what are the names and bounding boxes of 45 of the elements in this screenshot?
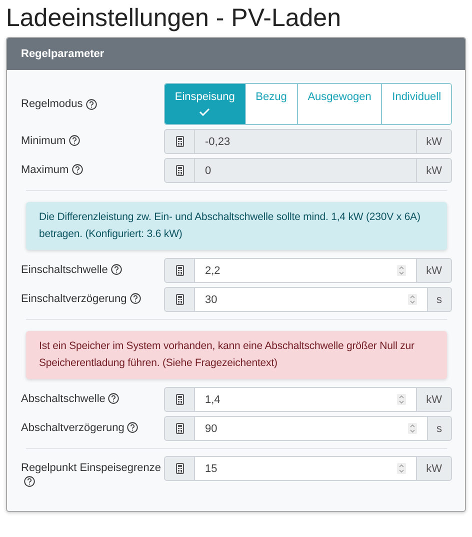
calculator-icon	[176, 463, 184, 474]
calculator-icon	[176, 136, 184, 147]
spinner-icon[interactable]	[397, 463, 406, 474]
number-field[interactable]: 2,2	[195, 258, 418, 283]
unit-label: kW	[426, 394, 442, 406]
help-icon[interactable]	[110, 264, 122, 275]
spinner-icon[interactable]	[408, 294, 416, 305]
field-label: Abschaltschwelle	[21, 393, 106, 405]
help-icon[interactable]	[127, 422, 138, 433]
help-icon[interactable]	[72, 164, 83, 175]
unit-label: kW	[426, 264, 442, 276]
card-header: Regelparameter	[7, 38, 465, 70]
calculator-icon	[176, 165, 184, 176]
unit-label: kW	[426, 136, 442, 148]
help-icon[interactable]	[68, 135, 80, 146]
page-title: Ladeeinstellungen - PV-Laden	[5, 3, 342, 34]
help-icon[interactable]	[108, 393, 120, 404]
field-label: Maximum	[21, 164, 69, 176]
unit-label: s	[436, 294, 442, 306]
field-label: Regelmodus	[21, 98, 83, 110]
help-icon[interactable]	[86, 98, 97, 110]
number-field[interactable]: 90	[195, 416, 428, 441]
field-label: Einschaltverzögerung	[21, 293, 127, 305]
alert-message: Ist ein Speicher im System vorhanden, kann eine Abschaltschwelle größer Null zur Speicherentladung führen. (Siehe Fragezeichentext)	[26, 331, 447, 379]
unit-label: s	[436, 422, 442, 434]
number-field[interactable]: 1,4	[195, 387, 418, 412]
help-icon[interactable]	[24, 476, 35, 487]
field-label: Regelpunkt Einspeisegrenze	[21, 462, 162, 474]
calculator-icon	[176, 394, 184, 405]
calculator-icon	[176, 294, 184, 305]
field-label: Minimum	[21, 135, 66, 147]
number-field[interactable]: 30	[195, 287, 428, 312]
spinner-icon[interactable]	[408, 423, 416, 434]
calculator-icon	[176, 265, 184, 276]
check-icon	[199, 108, 210, 116]
unit-label: kW	[426, 462, 442, 474]
calculator-icon	[176, 423, 184, 434]
field-label: Abschaltverzögerung	[21, 422, 124, 434]
number-field[interactable]: 15	[195, 456, 418, 481]
alert-message: Die Differenzleistung zw. Ein- und Abschaltschwelle sollte mind. 1,4 kW (230V x 6A) betragen. (Konfiguriert: 3.6 kW)	[26, 202, 447, 250]
spinner-icon[interactable]	[397, 394, 406, 405]
spinner-icon[interactable]	[397, 265, 406, 276]
help-icon[interactable]	[130, 293, 141, 304]
unit-label: kW	[426, 164, 442, 176]
field-label: Einschaltschwelle	[21, 264, 108, 276]
